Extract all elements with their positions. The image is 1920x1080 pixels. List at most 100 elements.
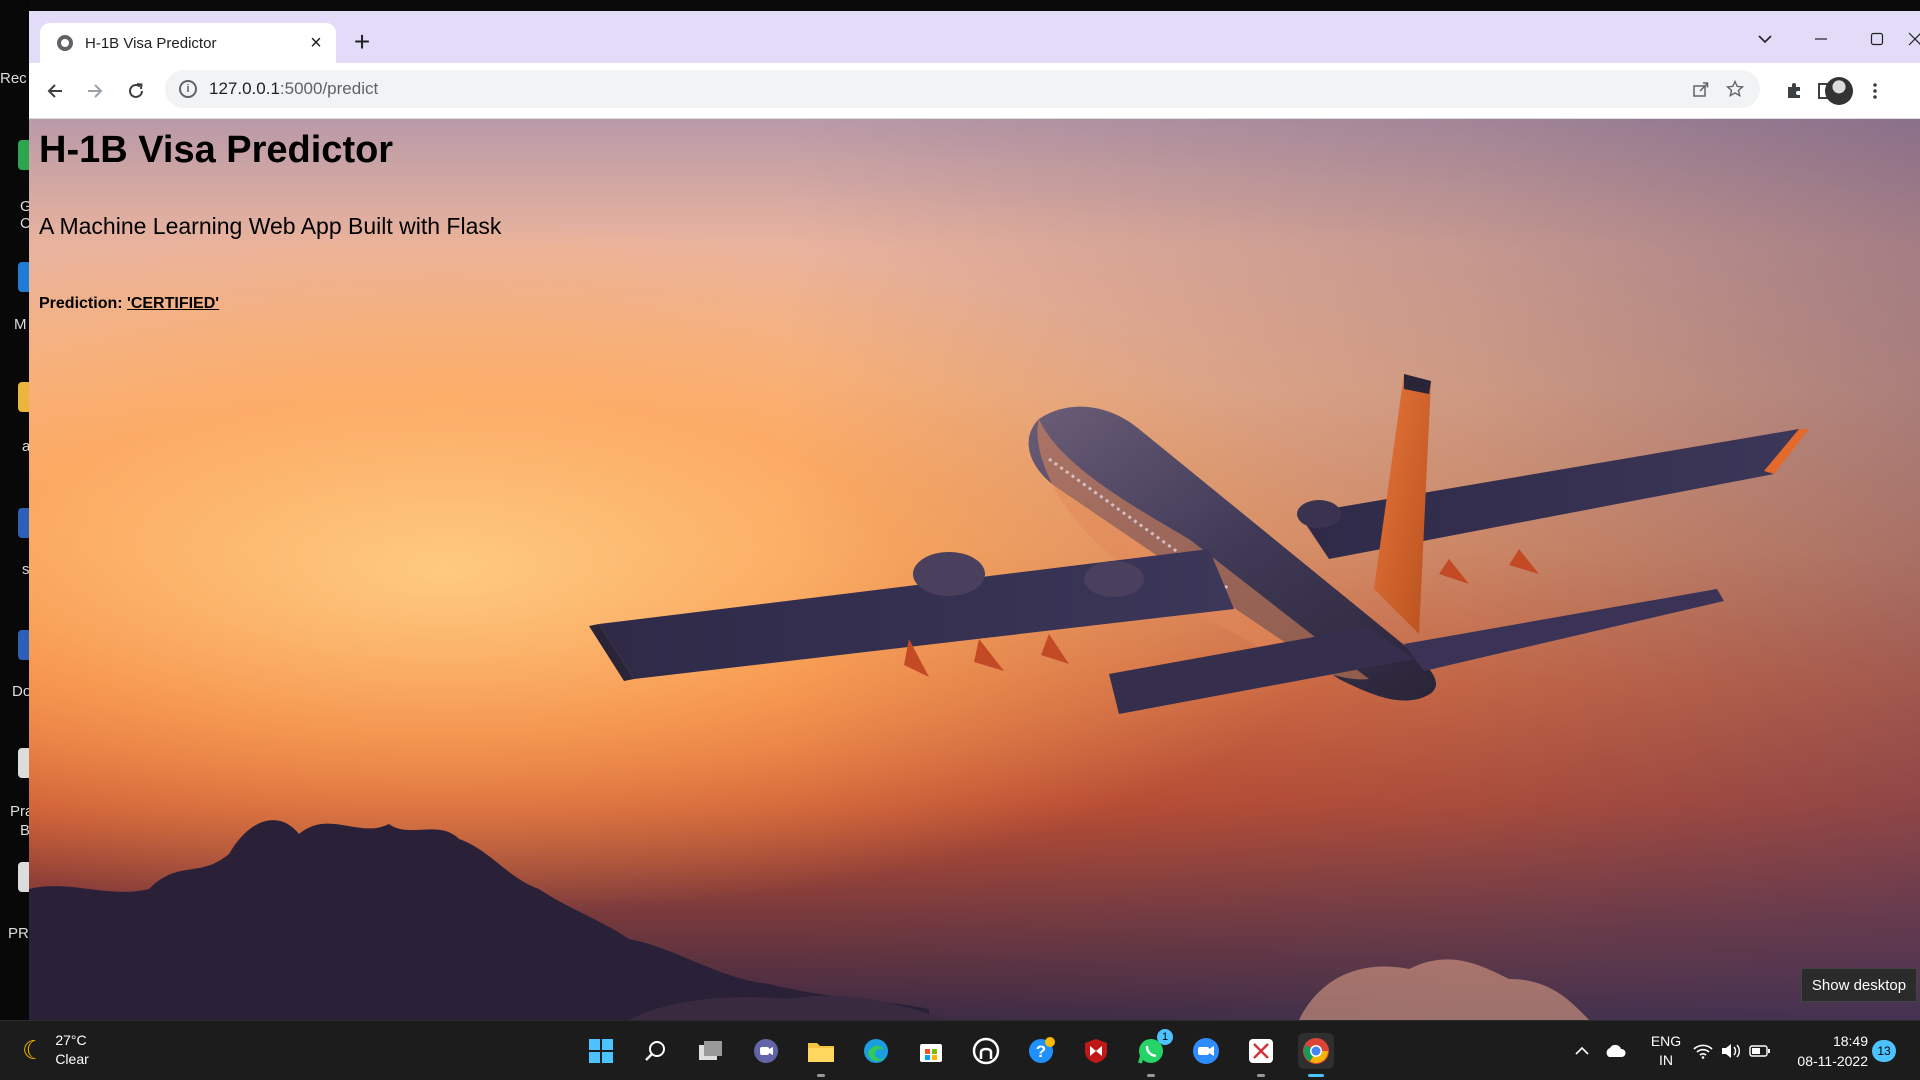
desktop-strip: Rec G C M a s Do Pra B PRA (0, 0, 38, 1020)
screen: Rec G C M a s Do Pra B PRA H-1B Visa Pre… (0, 0, 1920, 1080)
globe-icon (57, 35, 73, 51)
battery-icon (1749, 1045, 1770, 1057)
airplane-sunset-image (29, 374, 1809, 1020)
page-subtitle: A Machine Learning Web App Built with Fl… (39, 213, 502, 239)
whatsapp-badge: 1 (1157, 1029, 1173, 1045)
browser-toolbar: i 127.0.0.1:5000/predict (29, 63, 1920, 119)
task-view-icon (699, 1041, 722, 1060)
edge-button[interactable] (858, 1033, 894, 1069)
share-button[interactable] (1684, 72, 1718, 106)
new-tab-button[interactable]: + (347, 28, 377, 58)
desktop-item-label[interactable]: Rec (0, 70, 30, 87)
minimize-button[interactable] (1793, 21, 1849, 57)
cloud-silhouette (1299, 959, 1589, 1020)
menu-button[interactable] (1865, 75, 1885, 107)
tab-active[interactable]: H-1B Visa Predictor × (40, 23, 336, 63)
teams-chat-icon (754, 1039, 778, 1063)
weather-temperature: 27°C (55, 1032, 87, 1048)
help-icon: ? (1029, 1037, 1055, 1063)
search-icon (645, 1041, 665, 1061)
start-button[interactable] (583, 1033, 619, 1069)
site-info-icon[interactable]: i (179, 80, 197, 98)
chrome-icon (1303, 1038, 1329, 1064)
page-viewport: H-1B Visa Predictor A Machine Learning W… (29, 119, 1920, 1020)
windows-icon (589, 1039, 613, 1063)
svg-text:?: ? (1036, 1042, 1046, 1061)
address-bar[interactable]: i 127.0.0.1:5000/predict (165, 70, 1760, 108)
folder-icon (808, 1043, 834, 1062)
tab-close-button[interactable]: × (302, 29, 330, 57)
reload-button[interactable] (120, 75, 152, 107)
battery-tray[interactable] (1746, 1021, 1774, 1080)
share-icon (1693, 82, 1709, 97)
weather-condition: Clear (55, 1051, 89, 1067)
arrow-left-icon (47, 84, 62, 98)
extensions-button[interactable] (1778, 75, 1810, 107)
task-view-button[interactable] (693, 1033, 729, 1069)
notification-badge[interactable]: 13 (1872, 1040, 1896, 1062)
mcafee-button[interactable] (1078, 1033, 1114, 1069)
active-indicator (1308, 1074, 1324, 1077)
get-help-button[interactable]: ? (1023, 1033, 1059, 1069)
volume-tray[interactable] (1718, 1021, 1744, 1080)
airplane-back-wing (1299, 429, 1799, 559)
show-desktop-tooltip: Show desktop (1801, 968, 1917, 1002)
tab-search-button[interactable] (1737, 21, 1793, 57)
profile-avatar[interactable] (1825, 77, 1853, 105)
tab-strip: H-1B Visa Predictor × + (29, 11, 1920, 63)
clock[interactable]: 18:49 08-11-2022 (1788, 1031, 1868, 1071)
moon-icon: ☾ (22, 1034, 46, 1065)
github-desktop-button[interactable] (968, 1033, 1004, 1069)
weather-widget[interactable]: ☾ 27°C Clear (22, 1031, 89, 1069)
back-button[interactable] (39, 75, 71, 107)
maximize-icon (1870, 32, 1884, 46)
file-explorer-button[interactable] (803, 1033, 839, 1077)
minimize-icon (1815, 38, 1827, 40)
speaker-icon (1722, 1044, 1740, 1058)
star-icon (1726, 80, 1744, 98)
chrome-button[interactable] (1298, 1033, 1334, 1077)
running-indicator (1147, 1074, 1155, 1077)
close-window-button[interactable] (1905, 21, 1920, 57)
hidden-icons-button[interactable] (1570, 1021, 1594, 1080)
cloud-silhouette (29, 820, 929, 1020)
whatsapp-button[interactable]: 1 (1133, 1029, 1173, 1077)
browser-window: H-1B Visa Predictor × + i 127.0.0.1:5000… (29, 11, 1920, 1020)
clock-time: 18:49 (1832, 1033, 1868, 1049)
prediction-result: Prediction: 'CERTIFIED' (39, 295, 219, 313)
chevron-up-icon (1575, 1046, 1589, 1055)
wifi-icon (1693, 1044, 1713, 1059)
zoom-button[interactable] (1188, 1033, 1224, 1069)
maximize-button[interactable] (1849, 21, 1905, 57)
reload-icon (129, 83, 143, 98)
edge-icon (864, 1039, 888, 1063)
tab-title: H-1B Visa Predictor (85, 34, 217, 52)
language-code: ENG (1650, 1033, 1682, 1049)
teams-chat-button[interactable] (748, 1033, 784, 1069)
store-icon (920, 1044, 942, 1062)
onedrive-tray[interactable] (1600, 1021, 1630, 1080)
page-title: H-1B Visa Predictor (39, 129, 394, 171)
input-language-tray[interactable]: ENG IN (1644, 1021, 1688, 1080)
url-host: 127.0.0.1 (209, 79, 280, 98)
arrow-right-icon (88, 84, 103, 98)
clock-date: 08-11-2022 (1797, 1053, 1868, 1069)
prediction-value: 'CERTIFIED' (127, 295, 220, 312)
snipping-tool-button[interactable] (1243, 1033, 1279, 1077)
url-path: :5000/predict (279, 79, 379, 98)
search-button[interactable] (638, 1033, 674, 1069)
region-code: IN (1659, 1052, 1673, 1068)
puzzle-icon (1788, 83, 1800, 98)
cloud-icon (1606, 1044, 1626, 1057)
zoom-icon (1193, 1038, 1219, 1064)
chevron-down-icon (1758, 35, 1772, 44)
forward-button[interactable] (79, 75, 111, 107)
bookmark-button[interactable] (1718, 72, 1752, 106)
taskbar: ☾ 27°C Clear ? 1 ENG IN 18:49 08-11-2022… (0, 1020, 1920, 1080)
running-indicator (1257, 1074, 1265, 1077)
prediction-label: Prediction: (39, 295, 123, 312)
wifi-tray[interactable] (1690, 1021, 1716, 1080)
store-button[interactable] (913, 1033, 949, 1069)
mcafee-shield-icon (1085, 1039, 1107, 1063)
url-text[interactable]: 127.0.0.1:5000/predict (209, 79, 1684, 99)
